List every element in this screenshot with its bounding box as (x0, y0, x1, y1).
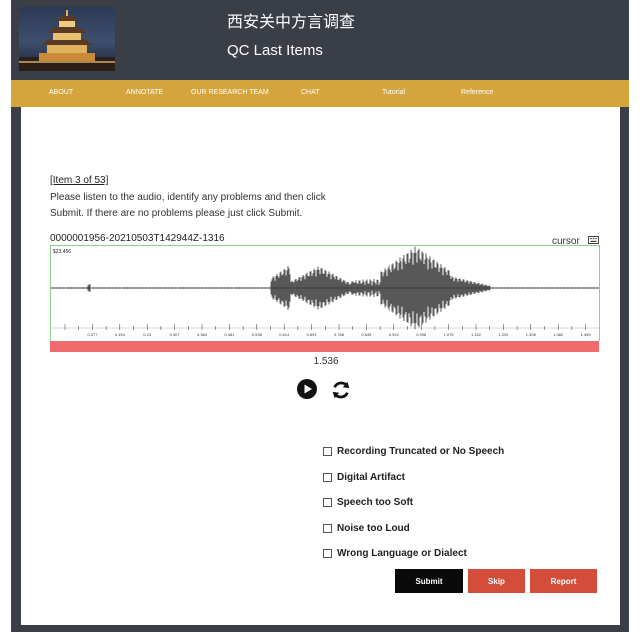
option-checkbox[interactable] (323, 523, 332, 533)
instructions-text: Please listen to the audio, identify any… (50, 192, 326, 219)
option-noise-too-loud[interactable]: Noise too Loud (323, 516, 504, 542)
site-header: 西安关中方言调查 QC Last Items (11, 0, 629, 78)
time-tick-label: 0.384 (197, 332, 208, 337)
nav-research-team[interactable]: OUR RESEARCH TEAM (191, 89, 269, 96)
option-speech-too-soft[interactable]: Speech too Soft (323, 490, 504, 516)
time-tick-label: 0.768 (334, 332, 345, 337)
time-tick-label: 0.23 (143, 332, 152, 337)
waveform-canvas[interactable]: $23.456 0.077 0.154 0.23 0.307 0.384 0.461 0.5… (50, 246, 599, 341)
time-ticks (64, 324, 586, 330)
submit-button[interactable]: Submit (395, 569, 463, 593)
main-content: [Item 3 of 53] Please listen to the audi… (21, 107, 620, 625)
time-tick-label: 0.538 (252, 332, 263, 337)
item-counter-link[interactable]: [Item 3 of 53] (50, 175, 108, 186)
bell-tower-logo-image (19, 10, 115, 71)
time-tick-label: 0.461 (224, 332, 235, 337)
option-label: Wrong Language or Dialect (337, 548, 467, 560)
time-tick-label: 0.691 (307, 332, 318, 337)
time-tick-label: 0.307 (170, 332, 181, 337)
time-tick-label: 0.154 (115, 332, 126, 337)
time-tick-label: 0.077 (87, 332, 98, 337)
time-readout: 1.536 (313, 356, 339, 367)
option-checkbox[interactable] (323, 447, 332, 457)
bell-tower-logo (19, 7, 115, 71)
nav-tutorial[interactable]: Tutorial (382, 89, 405, 96)
top-nav: ABOUT ANNOTATE OUR RESEARCH TEAM CHAT Tu… (11, 80, 629, 107)
option-label: Digital Artifact (337, 471, 405, 483)
time-tick-label: 1.075 (444, 332, 455, 337)
time-tick-label: 0.998 (416, 332, 427, 337)
option-checkbox[interactable] (323, 498, 332, 508)
option-label: Recording Truncated or No Speech (337, 446, 505, 458)
keyboard-icon[interactable] (588, 236, 599, 244)
audio-file-id: 0000001956-20210503T142944Z-1316 (50, 233, 225, 244)
option-wrong-language[interactable]: Wrong Language or Dialect (323, 541, 504, 567)
nav-annotate[interactable]: ANNOTATE (126, 89, 163, 96)
time-tick-label: 1.306 (526, 332, 537, 337)
time-tick-label: 0.845 (361, 332, 372, 337)
option-checkbox[interactable] (323, 472, 332, 482)
time-tick-label: 1.229 (498, 332, 509, 337)
site-title: 西安关中方言调查 (227, 14, 356, 31)
waveform-panel[interactable]: $23.456 0.077 0.154 0.23 0.307 0.384 0.461 0.5… (50, 245, 600, 341)
report-button[interactable]: Report (530, 569, 597, 593)
option-label: Speech too Soft (337, 497, 414, 509)
skip-button[interactable]: Skip (468, 569, 525, 593)
nav-chat[interactable]: CHAT (301, 89, 320, 96)
play-icon[interactable] (297, 379, 317, 399)
option-label: Noise too Loud (337, 522, 410, 534)
option-digital-artifact[interactable]: Digital Artifact (323, 465, 504, 491)
selection-bar[interactable] (50, 341, 599, 352)
page-title: QC Last Items (227, 42, 323, 59)
option-recording-truncated[interactable]: Recording Truncated or No Speech (323, 439, 504, 465)
waveform-top-value: $23.456 (53, 249, 71, 255)
time-tick-label: 0.922 (389, 332, 400, 337)
nav-reference[interactable]: Reference (461, 89, 493, 96)
time-tick-label: 1.152 (471, 332, 482, 337)
time-tick-label: 0.614 (279, 332, 290, 337)
nav-about[interactable]: ABOUT (49, 89, 73, 96)
time-tick-labels: 0.077 0.154 0.23 0.307 0.384 0.461 0.538 0.614 0… (87, 332, 591, 337)
option-checkbox[interactable] (323, 549, 332, 559)
replay-icon[interactable] (330, 379, 352, 401)
problem-options: Recording Truncated or No Speech Digital… (323, 439, 504, 567)
time-tick-label: 1.382 (553, 332, 564, 337)
time-tick-label: 1.459 (581, 332, 592, 337)
